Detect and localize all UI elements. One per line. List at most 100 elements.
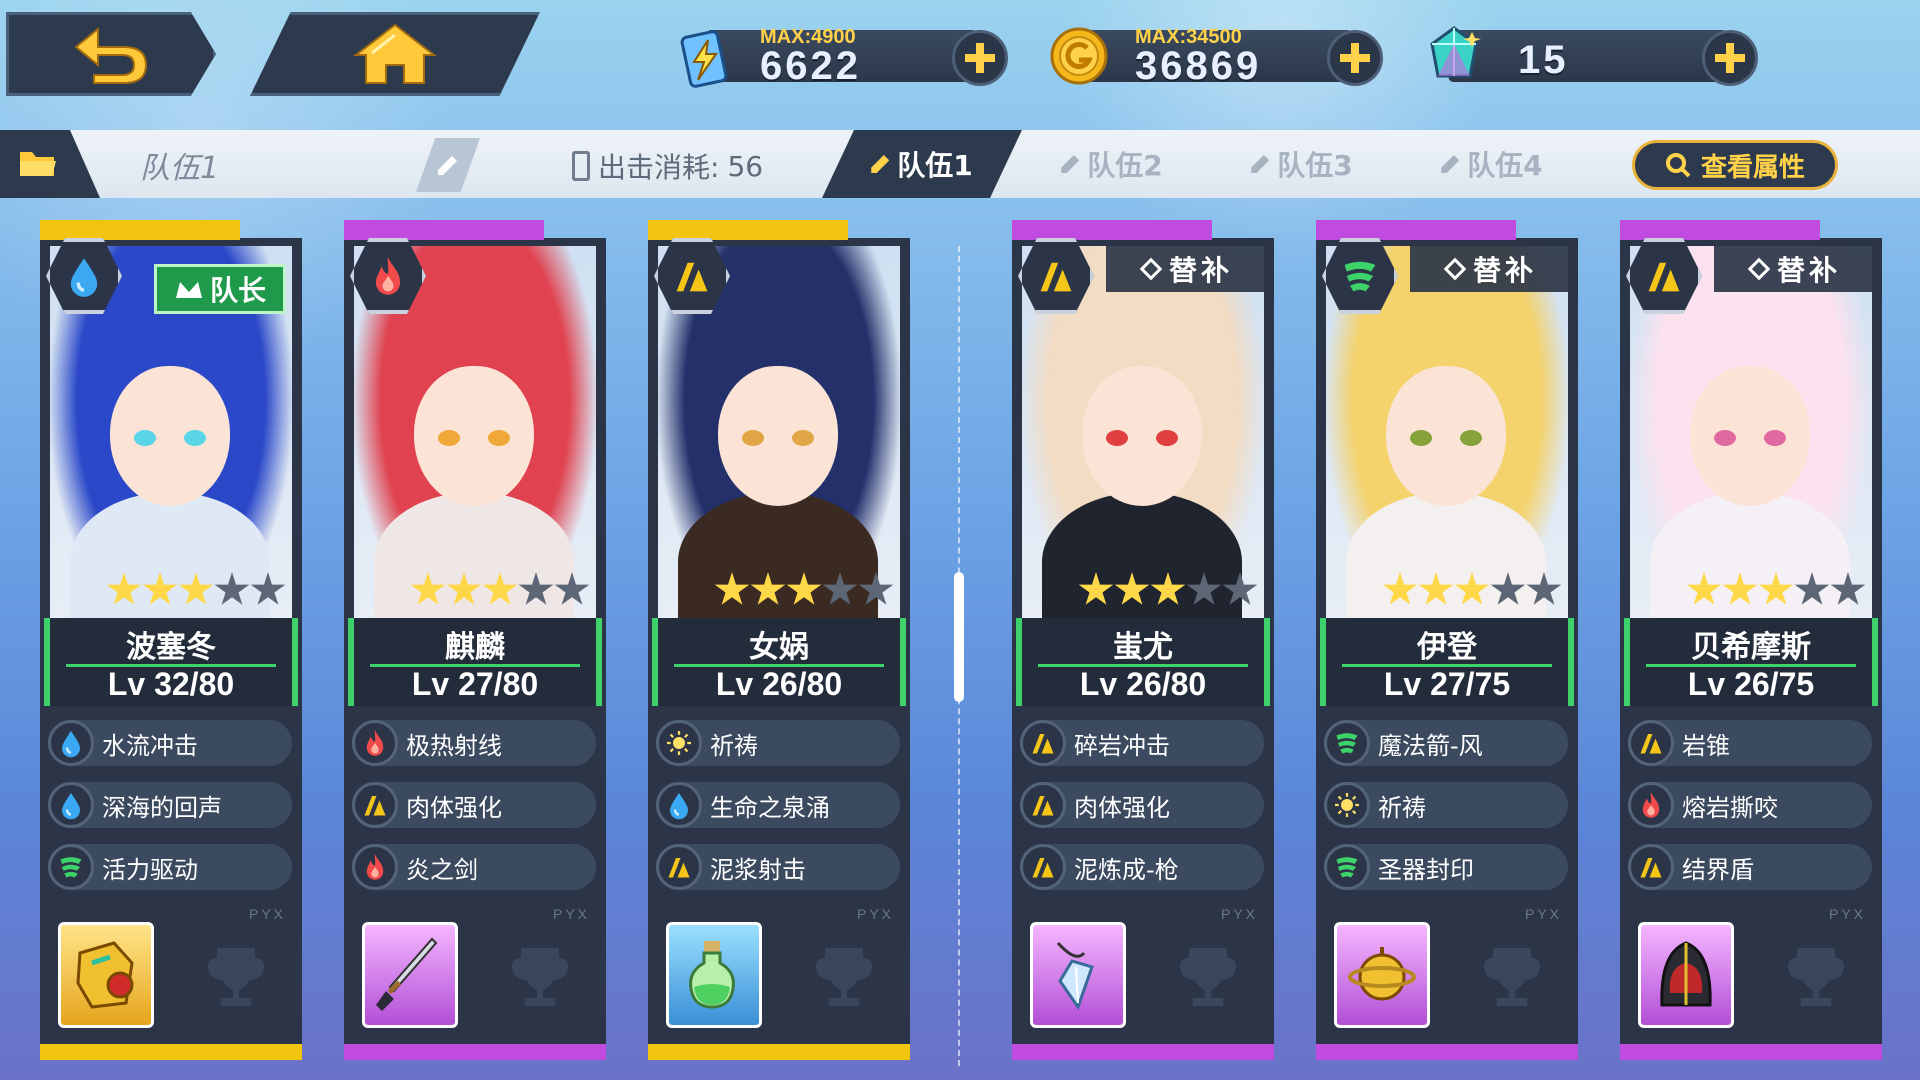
portrait-eye-left xyxy=(438,430,460,446)
tab-team-1[interactable]: 队伍1 xyxy=(822,130,1022,198)
tab-team-4[interactable]: 队伍4 xyxy=(1392,130,1592,198)
earth-skill-icon xyxy=(1628,720,1674,766)
character-level: Lv 26/75 xyxy=(1687,666,1815,702)
star-icon xyxy=(1758,572,1794,605)
empty-equipment-slot[interactable] xyxy=(500,936,580,1016)
portrait-eye-left xyxy=(134,430,156,446)
resource-stamina: MAX:4900 6622 xyxy=(668,24,1008,88)
skill-label: 祈祷 xyxy=(1378,793,1426,822)
leader-badge: 队长 xyxy=(154,264,286,314)
skill-label: 圣器封印 xyxy=(1378,855,1474,884)
skill-item[interactable]: 深海的回声 xyxy=(48,782,292,828)
water-skill-icon xyxy=(656,782,702,828)
character-card[interactable]: 替补 蚩尤 Lv 26/80 碎岩冲击 肉体强化 泥炼成-枪 PYX xyxy=(1012,220,1274,1060)
skill-item[interactable]: 祈祷 xyxy=(1324,782,1568,828)
home-button[interactable] xyxy=(250,12,540,96)
tab-label: 队伍1 xyxy=(897,149,973,182)
tab-team-3[interactable]: 队伍3 xyxy=(1202,130,1402,198)
add-gold-button[interactable] xyxy=(1327,30,1383,86)
skill-item[interactable]: 岩锥 xyxy=(1628,720,1872,766)
skill-item[interactable]: 水流冲击 xyxy=(48,720,292,766)
character-name: 麒麟 xyxy=(445,630,505,665)
skill-item[interactable]: 肉体强化 xyxy=(1020,782,1264,828)
team-name: 队伍1 xyxy=(140,151,220,186)
character-card[interactable]: 替补 贝希摩斯 Lv 26/75 岩锥 熔岩撕咬 结界盾 PYX xyxy=(1620,220,1882,1060)
pen-icon xyxy=(1061,155,1080,173)
equipment-slot[interactable] xyxy=(362,922,458,1028)
hood-icon xyxy=(1660,941,1712,1007)
skill-item[interactable]: 魔法箭-风 xyxy=(1324,720,1568,766)
star-icon xyxy=(410,572,446,605)
substitute-label: 替补 xyxy=(1776,254,1841,287)
skill-item[interactable]: 泥炼成-枪 xyxy=(1020,844,1264,890)
skill-item[interactable]: 结界盾 xyxy=(1628,844,1872,890)
skill-label: 水流冲击 xyxy=(102,731,198,760)
skill-item[interactable]: 熔岩撕咬 xyxy=(1628,782,1872,828)
star-icon xyxy=(1418,572,1454,605)
character-name: 波塞冬 xyxy=(126,630,216,665)
tab-label: 队伍3 xyxy=(1277,149,1353,182)
crown-icon xyxy=(175,282,202,298)
scrollbar-thumb[interactable] xyxy=(954,572,964,702)
equipment-slot[interactable] xyxy=(1638,922,1734,1028)
skill-item[interactable]: 极热射线 xyxy=(352,720,596,766)
star-rating xyxy=(1686,572,1866,608)
skill-label: 碎岩冲击 xyxy=(1074,731,1170,760)
brand-mark: PYX xyxy=(856,906,894,922)
portrait-face xyxy=(718,366,838,506)
skill-item[interactable]: 炎之剑 xyxy=(352,844,596,890)
portrait-body xyxy=(1346,492,1546,632)
equipment-slot[interactable] xyxy=(1030,922,1126,1028)
star-icon xyxy=(482,572,518,605)
skill-label: 岩锥 xyxy=(1682,731,1730,760)
sortie-cost: 出击消耗: 56 xyxy=(572,146,763,186)
add-stamina-button[interactable] xyxy=(952,30,1008,86)
star-icon xyxy=(822,572,858,605)
skill-item[interactable]: 肉体强化 xyxy=(352,782,596,828)
view-attributes-button[interactable]: 查看属性 xyxy=(1632,140,1838,190)
skill-item[interactable]: 生命之泉涌 xyxy=(656,782,900,828)
skill-item[interactable]: 碎岩冲击 xyxy=(1020,720,1264,766)
empty-equipment-slot[interactable] xyxy=(1168,936,1248,1016)
trophy-placeholder-icon xyxy=(208,948,264,1006)
brand-mark: PYX xyxy=(1220,906,1258,922)
portrait-body xyxy=(1042,492,1242,632)
star-icon xyxy=(1830,572,1866,605)
plus-icon xyxy=(1715,43,1745,73)
resource-crystal: 15 xyxy=(1418,24,1758,88)
skill-item[interactable]: 祈祷 xyxy=(656,720,900,766)
plus-icon xyxy=(965,43,995,73)
skill-item[interactable]: 泥浆射击 xyxy=(656,844,900,890)
substitute-badge: 替补 xyxy=(1106,246,1270,292)
skill-label: 深海的回声 xyxy=(102,793,222,822)
empty-equipment-slot[interactable] xyxy=(196,936,276,1016)
empty-equipment-slot[interactable] xyxy=(1472,936,1552,1016)
resource-value: 15 xyxy=(1518,38,1569,82)
character-card[interactable]: 女娲 Lv 26/80 祈祷 生命之泉涌 泥浆射击 PYX xyxy=(648,220,910,1060)
character-card[interactable]: 替补 伊登 Lv 27/75 魔法箭-风 祈祷 圣器封印 PYX xyxy=(1316,220,1578,1060)
skill-item[interactable]: 活力驱动 xyxy=(48,844,292,890)
equipment-slot[interactable] xyxy=(58,922,154,1028)
character-card[interactable]: 队长 波塞冬 Lv 32/80 水流冲击 深海的回声 活力驱动 PYX xyxy=(40,220,302,1060)
tab-team-2[interactable]: 队伍2 xyxy=(1012,130,1212,198)
star-icon xyxy=(1722,572,1758,605)
earth-skill-icon xyxy=(1020,782,1066,828)
earth-skill-icon xyxy=(656,844,702,890)
view-attributes-label: 查看属性 xyxy=(1700,152,1805,183)
substitute-label: 替补 xyxy=(1168,254,1233,287)
empty-equipment-slot[interactable] xyxy=(804,936,884,1016)
equipment-slot[interactable] xyxy=(666,922,762,1028)
sortie-cost-label: 出击消耗: xyxy=(598,151,720,184)
portrait-body xyxy=(678,492,878,632)
skill-item[interactable]: 圣器封印 xyxy=(1324,844,1568,890)
empty-equipment-slot[interactable] xyxy=(1776,936,1856,1016)
equipment-slot[interactable] xyxy=(1334,922,1430,1028)
substitute-badge: 替补 xyxy=(1410,246,1574,292)
star-rating xyxy=(410,572,590,608)
add-crystal-button[interactable] xyxy=(1702,30,1758,86)
back-button[interactable] xyxy=(6,12,216,96)
character-card[interactable]: 麒麟 Lv 27/80 极热射线 肉体强化 炎之剑 PYX xyxy=(344,220,606,1060)
rarity-accent-bottom xyxy=(1316,1044,1578,1060)
portrait-eye-left xyxy=(1106,430,1128,446)
star-icon xyxy=(1114,572,1150,605)
